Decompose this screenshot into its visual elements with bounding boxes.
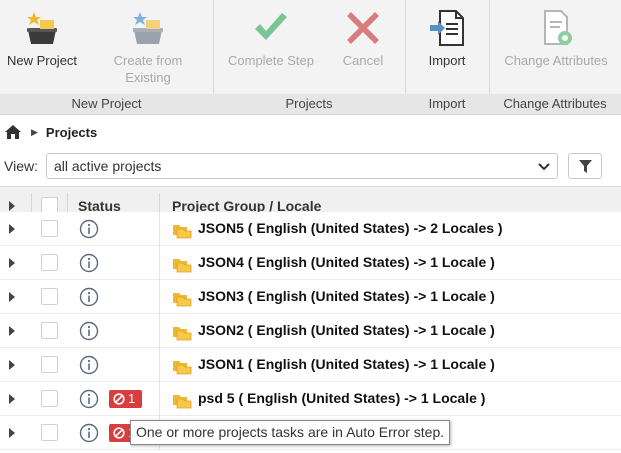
breadcrumb-current: Projects — [45, 124, 98, 140]
project-group-name[interactable]: JSON3 ( English (United States) -> 1 Loc… — [198, 288, 495, 304]
expand-row-icon[interactable] — [9, 428, 15, 438]
info-icon[interactable] — [79, 253, 99, 273]
info-icon[interactable] — [79, 287, 99, 307]
create-from-existing-button[interactable]: Create from Existing — [100, 0, 196, 92]
table-row[interactable]: JSON3 ( English (United States) -> 1 Loc… — [0, 280, 621, 314]
import-label: Import — [428, 53, 466, 68]
project-group-folder-icon — [173, 259, 192, 273]
project-group-folder-icon — [173, 225, 192, 239]
table-row[interactable]: JSON4 ( English (United States) -> 1 Loc… — [0, 246, 621, 280]
project-group-folder-icon — [173, 293, 192, 307]
project-group-folder-icon — [173, 327, 192, 341]
filter-funnel-icon — [579, 160, 592, 173]
cancel-button[interactable]: Cancel — [331, 0, 395, 92]
complete-step-label: Complete Step — [228, 53, 314, 68]
row-checkbox[interactable] — [41, 390, 58, 407]
change-attributes-button[interactable]: Change Attributes — [495, 0, 617, 92]
info-icon[interactable] — [79, 389, 99, 409]
project-group-name[interactable]: JSON4 ( English (United States) -> 1 Loc… — [198, 254, 495, 270]
info-icon[interactable] — [79, 355, 99, 375]
cancel-label: Cancel — [342, 53, 384, 68]
ribbon-group-label: Import — [405, 94, 489, 114]
status-tooltip: One or more projects tasks are in Auto E… — [130, 420, 451, 445]
ribbon-group-change-attributes: Change Attributes Change Attributes — [489, 0, 621, 114]
view-filter-bar: View: all active projects — [0, 150, 621, 186]
cancel-x-icon — [347, 12, 379, 44]
project-group-name[interactable]: JSON5 ( English (United States) -> 2 Loc… — [198, 220, 503, 236]
change-attributes-label: Change Attributes — [504, 53, 608, 68]
projects-grid: Status Project Group / Locale JSON5 ( En… — [0, 186, 621, 453]
chevron-down-icon — [538, 163, 550, 171]
block-icon — [113, 393, 125, 405]
new-project-button[interactable]: New Project — [0, 0, 84, 92]
view-label: View: — [4, 158, 38, 174]
home-icon[interactable] — [4, 124, 22, 140]
new-project-label: New Project — [6, 53, 78, 68]
import-document-icon — [430, 10, 464, 46]
ribbon-group-label: New Project — [0, 94, 213, 114]
table-row[interactable]: 1 psd 5 ( English (United States) -> 1 Lo… — [0, 382, 621, 416]
row-checkbox[interactable] — [41, 288, 58, 305]
ribbon-group-import: Import Import — [405, 0, 490, 114]
complete-step-button[interactable]: Complete Step — [221, 0, 321, 92]
filter-button[interactable] — [568, 153, 602, 179]
block-icon — [113, 427, 125, 439]
expand-row-icon[interactable] — [9, 360, 15, 370]
info-icon[interactable] — [79, 423, 99, 443]
ribbon-group-new-project: New Project Create from Existing New Proj… — [0, 0, 214, 114]
project-group-folder-icon — [173, 395, 192, 409]
ribbon-group-label: Projects — [213, 94, 405, 114]
table-row[interactable]: JSON5 ( English (United States) -> 2 Loc… — [0, 212, 621, 246]
info-icon[interactable] — [79, 321, 99, 341]
expand-row-icon[interactable] — [9, 224, 15, 234]
create-from-existing-icon — [133, 12, 163, 44]
row-checkbox[interactable] — [41, 254, 58, 271]
view-select[interactable]: all active projects — [46, 153, 558, 179]
view-select-value: all active projects — [54, 158, 162, 174]
create-from-existing-label: Create from Existing — [113, 53, 183, 85]
project-group-name[interactable]: JSON2 ( English (United States) -> 1 Loc… — [198, 322, 495, 338]
ribbon-group-label: Change Attributes — [489, 94, 621, 114]
change-attributes-icon — [544, 10, 572, 45]
row-checkbox[interactable] — [41, 356, 58, 373]
ribbon-group-projects: Complete Step Cancel Projects — [213, 0, 406, 114]
import-button[interactable]: Import — [409, 0, 485, 92]
project-group-folder-icon — [173, 361, 192, 375]
project-group-name[interactable]: psd 5 ( English (United States) -> 1 Loc… — [198, 390, 485, 406]
error-count-badge[interactable]: 1 — [109, 390, 142, 408]
expand-all-icon[interactable] — [9, 201, 15, 211]
table-row[interactable]: JSON1 ( English (United States) -> 1 Loc… — [0, 348, 621, 382]
breadcrumb-separator-icon: ▶ — [31, 126, 38, 137]
table-row[interactable]: JSON2 ( English (United States) -> 1 Loc… — [0, 314, 621, 348]
error-count: 1 — [128, 391, 136, 406]
expand-row-icon[interactable] — [9, 326, 15, 336]
expand-row-icon[interactable] — [9, 394, 15, 404]
row-checkbox[interactable] — [41, 220, 58, 237]
checkmark-icon — [255, 13, 287, 40]
expand-row-icon[interactable] — [9, 292, 15, 302]
row-checkbox[interactable] — [41, 424, 58, 441]
row-checkbox[interactable] — [41, 322, 58, 339]
breadcrumb: ▶ Projects — [0, 114, 621, 150]
project-group-name[interactable]: JSON1 ( English (United States) -> 1 Loc… — [198, 356, 495, 372]
ribbon-toolbar: New Project Create from Existing New Proj… — [0, 0, 621, 115]
info-icon[interactable] — [79, 219, 99, 239]
new-project-icon — [27, 12, 57, 44]
expand-row-icon[interactable] — [9, 258, 15, 268]
